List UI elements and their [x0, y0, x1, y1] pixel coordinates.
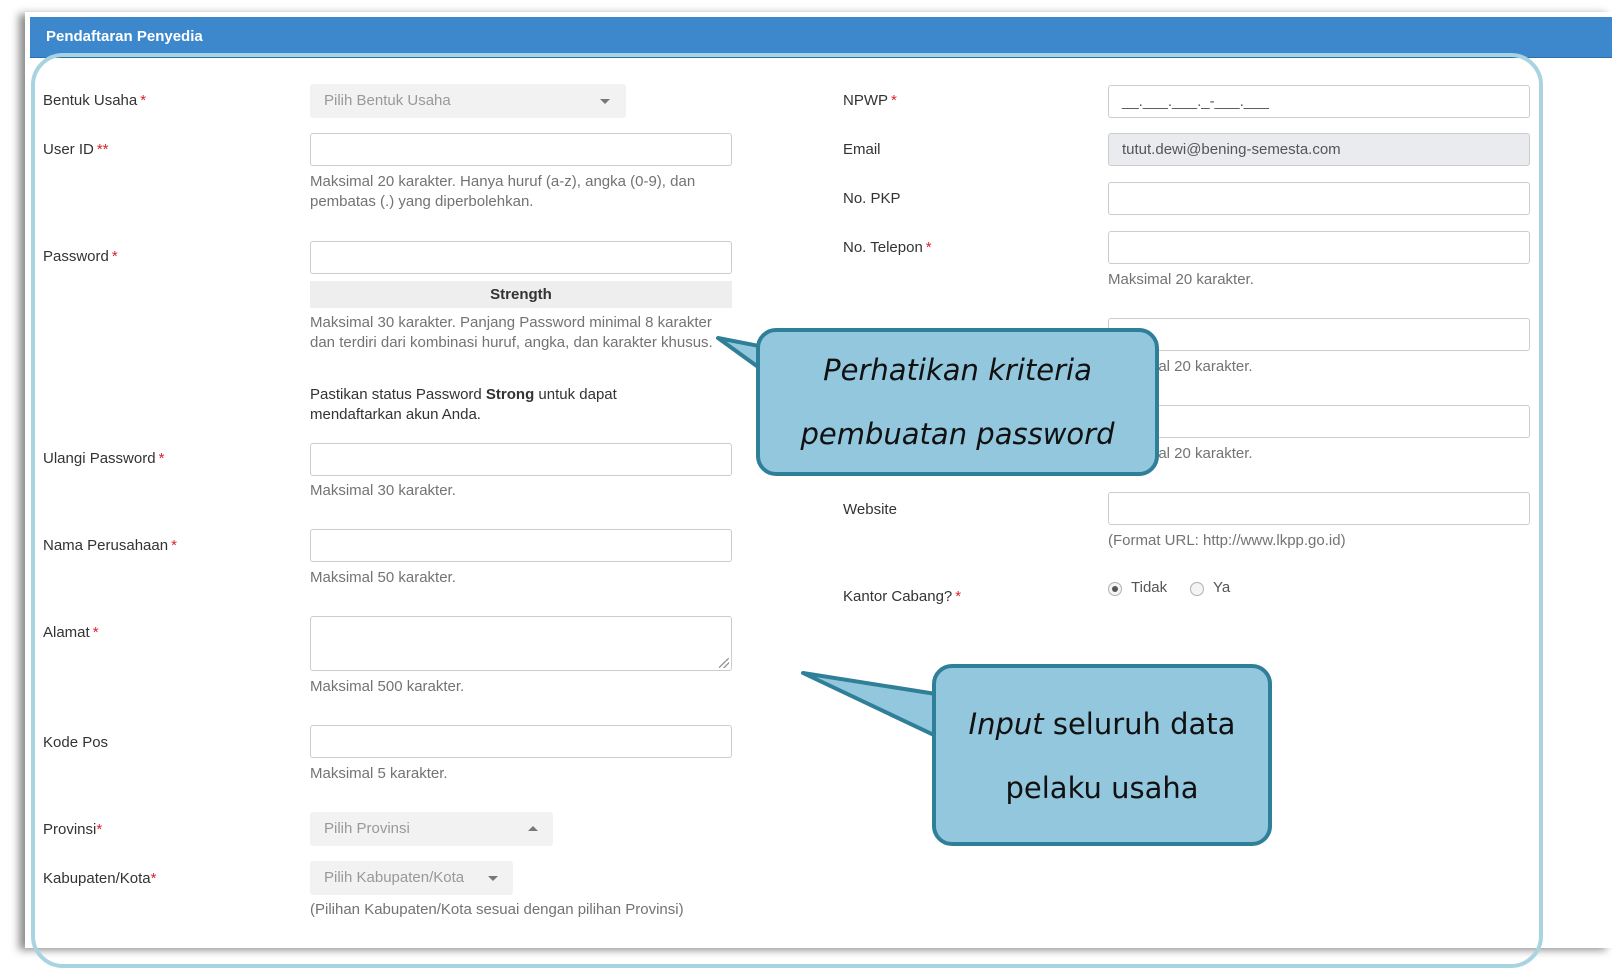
nama-perusahaan-help: Maksimal 50 karakter. [310, 569, 456, 586]
kode-pos-input[interactable] [310, 725, 732, 758]
npwp-mask: __.___.___._-___.___ [1122, 93, 1269, 110]
hidden-field-b-help: nal 20 karakter. [1150, 445, 1253, 462]
hidden-field-a-help: nal 20 karakter. [1150, 358, 1253, 375]
no-telepon-help: Maksimal 20 karakter. [1108, 271, 1254, 288]
chevron-up-icon [528, 826, 538, 831]
radio-tidak[interactable] [1108, 582, 1122, 596]
alamat-textarea[interactable] [310, 616, 732, 671]
bentuk-usaha-label: Bentuk Usaha * [43, 92, 147, 109]
provinsi-placeholder: Pilih Provinsi [324, 820, 410, 837]
no-telepon-input[interactable] [1108, 231, 1530, 264]
bentuk-usaha-placeholder: Pilih Bentuk Usaha [324, 92, 451, 109]
bentuk-usaha-select[interactable]: Pilih Bentuk Usaha [310, 84, 626, 118]
kode-pos-help: Maksimal 5 karakter. [310, 765, 448, 782]
provinsi-select[interactable]: Pilih Provinsi [310, 812, 553, 846]
radio-tidak-label: Tidak [1131, 579, 1168, 596]
alamat-label: Alamat * [43, 624, 99, 641]
nama-perusahaan-input[interactable] [310, 529, 732, 562]
kabupaten-select[interactable]: Pilih Kabupaten/Kota [310, 861, 513, 895]
password-note: Pastikan status Password Strong untuk da… [310, 386, 617, 423]
password-strength-meter: Strength [310, 281, 732, 308]
password-help: Maksimal 30 karakter. Panjang Password m… [310, 314, 713, 351]
resize-handle-icon[interactable] [719, 658, 729, 668]
ulangi-password-input[interactable] [310, 443, 732, 476]
chevron-down-icon [600, 99, 610, 104]
callout-input-line2: pelaku usaha [1005, 771, 1199, 805]
nama-perusahaan-label: Nama Perusahaan * [43, 537, 177, 554]
password-input[interactable] [310, 241, 732, 274]
no-pkp-label: No. PKP [843, 190, 901, 207]
email-field: tutut.dewi@bening-semesta.com [1108, 133, 1530, 166]
website-label: Website [843, 501, 897, 518]
radio-ya[interactable] [1190, 582, 1204, 596]
kantor-cabang-label: Kantor Cabang? * [843, 588, 962, 605]
callout-password-line2: pembuatan password [800, 417, 1115, 451]
no-pkp-input[interactable] [1108, 182, 1530, 215]
hidden-field-b-input[interactable] [1108, 405, 1530, 438]
email-value: tutut.dewi@bening-semesta.com [1122, 141, 1341, 158]
no-telepon-label: No. Telepon * [843, 239, 932, 256]
hidden-field-a-input[interactable] [1108, 318, 1530, 351]
callout-input-line1: Input seluruh data [968, 707, 1236, 741]
kabupaten-placeholder: Pilih Kabupaten/Kota [324, 869, 465, 886]
kode-pos-label: Kode Pos [43, 734, 109, 751]
kabupaten-label: Kabupaten/Kota* [43, 870, 157, 887]
user-id-help: Maksimal 20 karakter. Hanya huruf (a-z),… [310, 173, 696, 210]
npwp-input[interactable]: __.___.___._-___.___ [1108, 85, 1530, 118]
npwp-label: NPWP * [843, 92, 897, 109]
alamat-help: Maksimal 500 karakter. [310, 678, 465, 695]
ulangi-password-help: Maksimal 30 karakter. [310, 482, 456, 499]
email-label: Email [843, 141, 881, 158]
panel-title: Pendaftaran Penyedia [46, 28, 203, 45]
kabupaten-help: (Pilihan Kabupaten/Kota sesuai dengan pi… [310, 901, 684, 918]
user-id-label: User ID ** [43, 141, 109, 158]
website-help: (Format URL: http://www.lkpp.go.id) [1108, 532, 1346, 549]
callout-password-line1: Perhatikan kriteria [823, 353, 1092, 387]
provinsi-label: Provinsi* [43, 821, 103, 838]
radio-ya-label: Ya [1213, 579, 1231, 596]
ulangi-password-label: Ulangi Password * [43, 450, 165, 467]
callout-password-criteria: Perhatikan kriteria pembuatan password [756, 328, 1159, 476]
callout-input-data: Input seluruh data pelaku usaha [932, 664, 1272, 846]
password-label: Password * [43, 248, 118, 265]
panel-header: Pendaftaran Penyedia [30, 17, 1612, 58]
user-id-input[interactable] [310, 133, 732, 166]
chevron-down-icon [488, 876, 498, 881]
website-input[interactable] [1108, 492, 1530, 525]
